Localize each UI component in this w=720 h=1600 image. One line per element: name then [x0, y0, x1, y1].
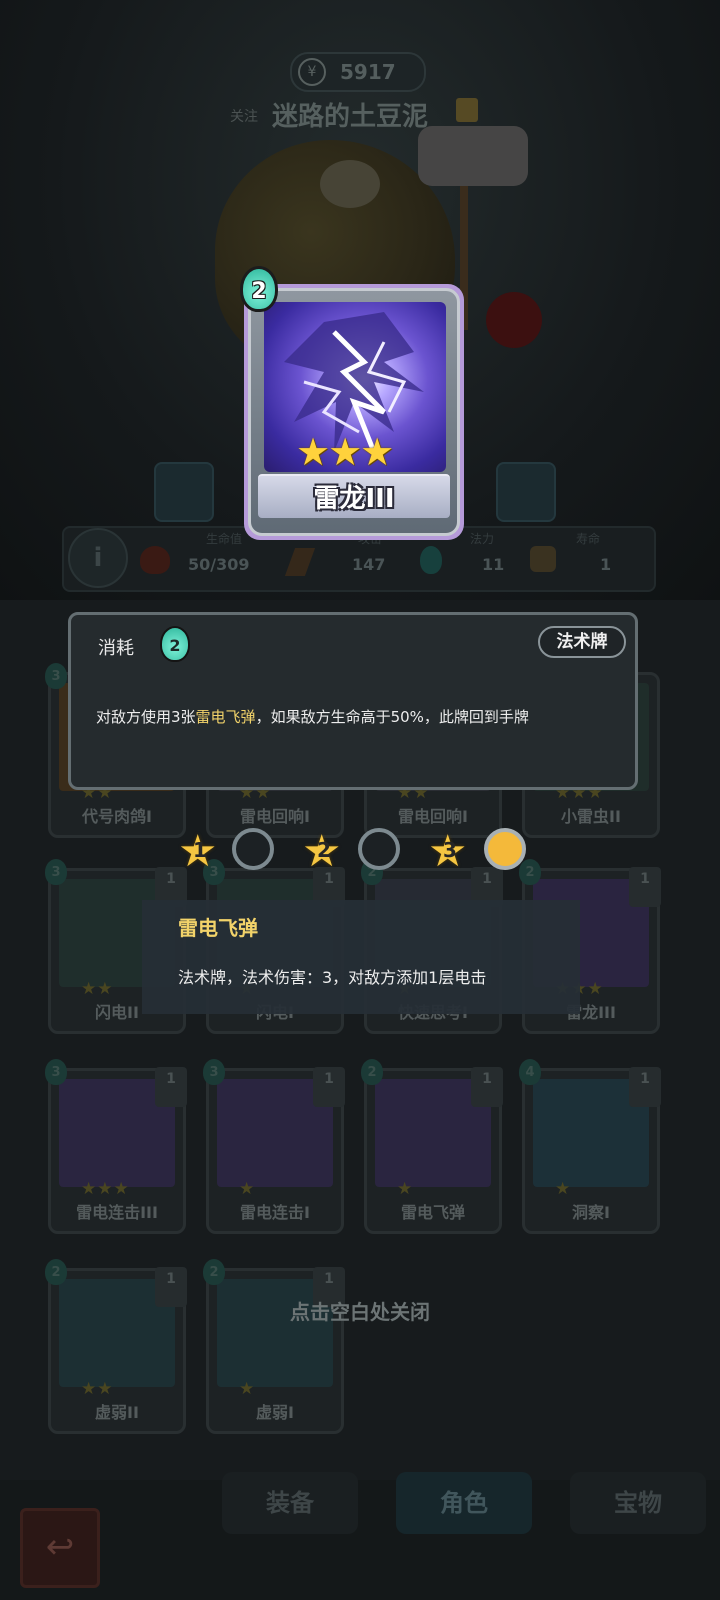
keyword-description: 法术牌，法术伤害：3，对敌方添加1层电击 [178, 968, 487, 987]
card-cost: 3 [45, 663, 67, 689]
card-item[interactable]: 4 1 ★ 洞察I [519, 1059, 661, 1234]
keyword-title: 雷电飞弹 [178, 916, 258, 940]
desc-after: ，如果敌方生命高于50%，此牌回到手牌 [255, 708, 529, 726]
coin-counter: ¥ 5917 [290, 52, 426, 92]
coin-icon: ¥ [298, 58, 326, 86]
red-ball [486, 292, 542, 348]
desc-keyword-link[interactable]: 雷电飞弹 [196, 708, 256, 726]
follow-button[interactable]: 关注 [230, 106, 258, 126]
card-name: 雷电回响I [398, 807, 468, 826]
lives-value: 1 [600, 555, 612, 574]
skill-slot[interactable] [496, 462, 556, 522]
mana-icon [420, 546, 442, 574]
hp-label: 生命值 [206, 532, 243, 546]
card-name: 雷电连击I [240, 1203, 310, 1222]
card-name: 小雷虫II [561, 807, 621, 826]
card-count: 1 [471, 1067, 503, 1107]
level-number: 2 [317, 838, 331, 862]
card-count: 1 [313, 1067, 345, 1107]
card-cost: 3 [45, 1059, 67, 1085]
level-number: 1 [193, 838, 207, 862]
card-item[interactable]: 2 1 ★ 雷电飞弹 [361, 1059, 503, 1234]
card-name: 洞察I [572, 1203, 610, 1222]
lives-label: 寿命 [576, 532, 601, 546]
attack-value: 147 [352, 555, 386, 574]
skill-slot[interactable] [154, 462, 214, 522]
character-face [320, 160, 380, 208]
featured-card-cost: 2 [240, 266, 278, 312]
hp-value: 50/309 [188, 555, 250, 574]
consume-label: 消耗 [98, 638, 134, 659]
level-3-toggle[interactable] [484, 828, 526, 870]
heart-icon [140, 546, 170, 574]
card-count: 1 [155, 1067, 187, 1107]
card-name: 虚弱I [256, 1403, 294, 1422]
card-name: 雷电连击III [76, 1203, 158, 1222]
card-count: 1 [629, 1067, 661, 1107]
card-stars: ★★ [81, 979, 114, 999]
card-item[interactable]: 3 1 ★★★ 雷电连击III [45, 1059, 187, 1234]
card-item[interactable]: 2 1 ★ 虚弱I [203, 1259, 345, 1434]
card-cost: 2 [45, 1259, 67, 1285]
card-stars: ★ [239, 1379, 256, 1399]
level-1-toggle[interactable] [232, 828, 274, 870]
card-item[interactable]: 3 1 ★ 雷电连击I [203, 1059, 345, 1234]
tab-character[interactable]: 角色 [396, 1472, 532, 1534]
card-cost: 3 [203, 1059, 225, 1085]
desc-before: 对敌方使用3张 [96, 708, 196, 726]
mana-value: 11 [482, 555, 505, 574]
featured-card-name: 雷龙III [313, 484, 395, 514]
featured-card-stars: ★★★ [296, 430, 394, 474]
coin-value: 5917 [340, 60, 396, 84]
mallet-icon [418, 126, 528, 186]
player-name: 迷路的土豆泥 [272, 102, 429, 132]
card-stars: ★★ [81, 1379, 114, 1399]
level-2-toggle[interactable] [358, 828, 400, 870]
info-icon[interactable]: i [68, 528, 128, 588]
card-item[interactable]: 2 1 ★★ 虚弱II [45, 1259, 187, 1434]
card-cost: 2 [519, 859, 541, 885]
card-name: 虚弱II [95, 1403, 139, 1422]
card-stars: ★ [555, 1179, 572, 1199]
mana-drop-icon: 2 [160, 626, 190, 662]
card-cost: 2 [203, 1259, 225, 1285]
level-number: 3 [443, 838, 457, 862]
card-stars: ★★★ [81, 1179, 130, 1199]
card-description-text: 对敌方使用3张雷电飞弹，如果敌方生命高于50%，此牌回到手牌 [96, 706, 616, 728]
card-name: 雷电回响I [240, 807, 310, 826]
tab-equipment[interactable]: 装备 [222, 1472, 358, 1534]
tab-treasure[interactable]: 宝物 [570, 1472, 706, 1534]
card-type-badge: 法术牌 [538, 626, 626, 658]
card-cost: 4 [519, 1059, 541, 1085]
tap-to-close-hint[interactable]: 点击空白处关闭 [0, 1296, 720, 1325]
lives-icon [530, 546, 556, 572]
card-stars: ★ [397, 1179, 414, 1199]
card-count: 1 [629, 867, 661, 907]
edit-name-icon[interactable] [456, 98, 478, 122]
card-cost: 3 [45, 859, 67, 885]
card-name: 代号肉鸽I [82, 807, 152, 826]
card-cost: 2 [361, 1059, 383, 1085]
card-stars: ★ [239, 1179, 256, 1199]
mana-label: 法力 [470, 532, 495, 546]
back-button[interactable]: ↩ [20, 1508, 100, 1588]
card-name: 雷电飞弹 [400, 1203, 465, 1222]
